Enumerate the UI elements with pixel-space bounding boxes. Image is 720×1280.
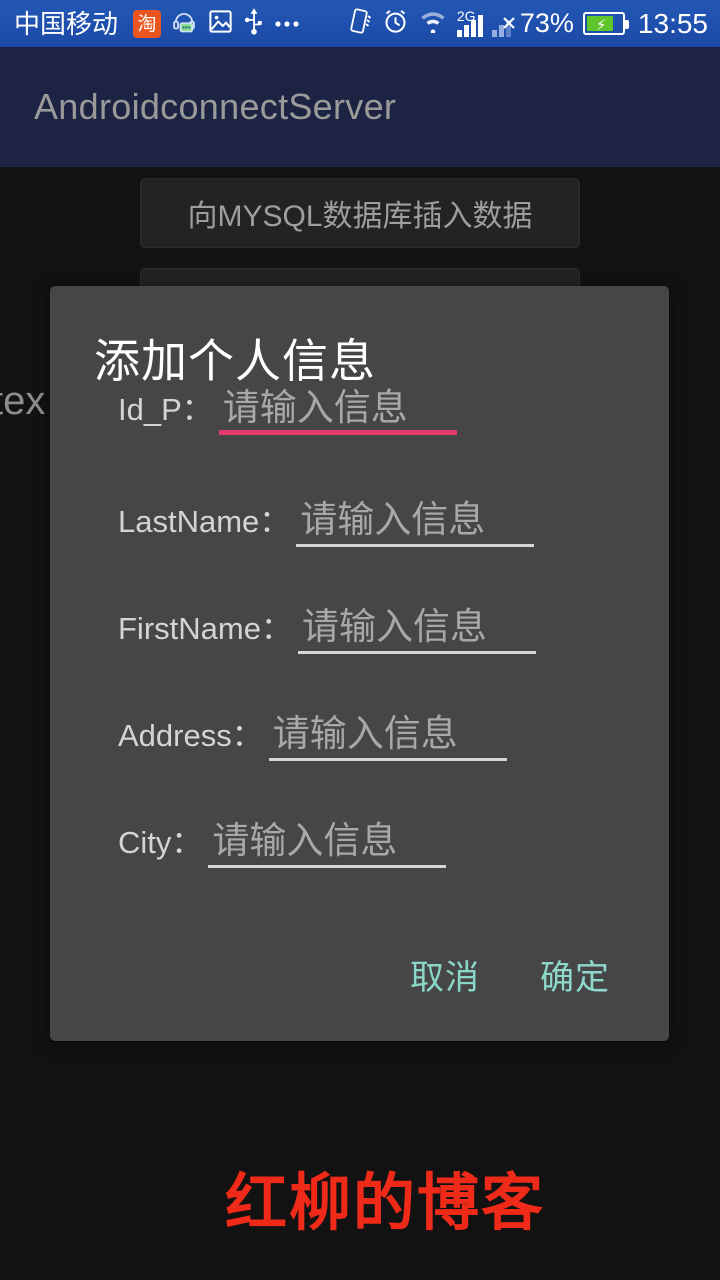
dialog-actions: 取消 确定 [50, 924, 669, 1007]
field-row-city: City： 请输入信息 [70, 817, 669, 924]
underline-firstname [297, 651, 536, 654]
placeholder-id-p: 请输入信息 [222, 387, 408, 428]
placeholder-address: 请输入信息 [272, 713, 458, 754]
status-bar-left-group: 中国移动 淘 [14, 7, 302, 40]
page-title: AndroidconnectServer [34, 86, 397, 127]
battery-charging-icon: ⚡ [582, 12, 629, 35]
underline-lastname [296, 544, 535, 547]
label-city: City： [118, 825, 203, 860]
label-lastname: LastName： [118, 504, 291, 539]
device-screen: 中国移动 淘 2G 73% ⚡ 13:55 AndroidconnectServ… [0, 0, 720, 1280]
image-icon [207, 8, 234, 40]
usb-icon [243, 7, 265, 40]
insert-into-mysql-button[interactable]: 向MYSQL数据库插入数据 [140, 178, 580, 248]
underline-id-p [218, 430, 457, 435]
background-text: tex [0, 379, 46, 423]
status-bar: 中国移动 淘 2G 73% ⚡ 13:55 [0, 0, 720, 47]
vibrate-icon [347, 7, 373, 40]
chat-headset-icon [170, 7, 198, 40]
dialog-form: Id_P： 请输入信息 LastName： 请输入信息 FirstName： 请… [50, 384, 669, 924]
input-address[interactable]: 请输入信息 [268, 713, 507, 761]
signal-2g-icon: 2G [456, 7, 483, 37]
more-dots-icon [274, 15, 302, 33]
wifi-icon [418, 9, 448, 38]
placeholder-firstname: 请输入信息 [301, 606, 487, 647]
input-firstname[interactable]: 请输入信息 [297, 606, 536, 654]
network-type-label: 2G [456, 7, 476, 24]
field-row-lastname: LastName： 请输入信息 [70, 496, 669, 603]
field-row-id-p: Id_P： 请输入信息 [70, 384, 669, 496]
placeholder-lastname: 请输入信息 [300, 499, 486, 540]
taobao-icon: 淘 [133, 9, 162, 38]
alarm-clock-icon [382, 8, 409, 40]
clock-label: 13:55 [637, 7, 708, 39]
placeholder-city: 请输入信息 [212, 820, 398, 861]
cancel-button[interactable]: 取消 [406, 942, 484, 1007]
underline-city [208, 865, 447, 868]
label-id-p: Id_P： [118, 392, 213, 427]
field-row-address: Address： 请输入信息 [70, 710, 669, 817]
input-id-p[interactable]: 请输入信息 [218, 387, 457, 435]
label-firstname: FirstName： [118, 611, 292, 646]
underline-address [268, 758, 507, 761]
sim2-no-service-icon [491, 11, 515, 37]
field-row-firstname: FirstName： 请输入信息 [70, 603, 669, 710]
status-bar-right-group: 2G 73% ⚡ 13:55 [347, 7, 708, 40]
input-city[interactable]: 请输入信息 [208, 820, 447, 868]
dialog-title: 添加个人信息 [94, 335, 376, 387]
blog-watermark: 红柳的博客 [224, 1169, 545, 1238]
app-action-bar: AndroidconnectServer [0, 47, 720, 167]
carrier-label: 中国移动 [14, 8, 119, 39]
label-address: Address： [118, 718, 263, 753]
add-person-dialog: 添加个人信息 Id_P： 请输入信息 LastName： 请输入信息 First… [50, 286, 669, 1041]
confirm-button[interactable]: 确定 [536, 942, 614, 1007]
battery-percent-label: 73% [519, 8, 574, 38]
input-lastname[interactable]: 请输入信息 [296, 499, 535, 547]
